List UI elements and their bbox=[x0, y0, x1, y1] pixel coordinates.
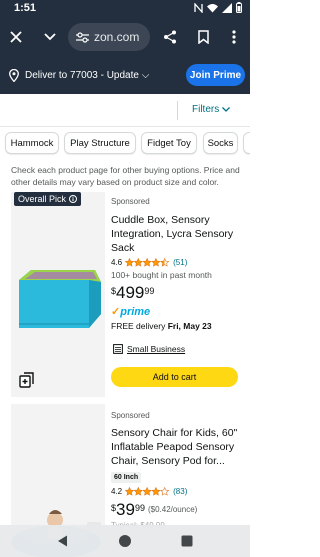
small-business-badge[interactable]: Small Business bbox=[113, 344, 185, 354]
product-image-container[interactable] bbox=[11, 192, 105, 397]
nfc-icon bbox=[194, 2, 203, 13]
filters-row: Filters bbox=[0, 94, 250, 127]
small-business-icon bbox=[113, 344, 123, 354]
site-settings-icon[interactable] bbox=[76, 31, 89, 43]
close-icon[interactable] bbox=[6, 27, 26, 47]
price[interactable]: $ 499 99 bbox=[111, 284, 154, 302]
filters-label: Filters bbox=[192, 104, 220, 115]
home-icon[interactable] bbox=[118, 534, 132, 548]
add-to-cart-button[interactable]: Add to cart bbox=[111, 367, 238, 387]
product-title[interactable]: Cuddle Box, Sensory Integration, Lycra S… bbox=[111, 213, 241, 255]
star-rating-icon bbox=[125, 258, 170, 267]
sponsored-label: Sponsored bbox=[111, 197, 150, 206]
price[interactable]: $ 39 99 ($0.42/ounce) bbox=[111, 501, 197, 519]
delivery-info: FREE delivery Fri, May 23 bbox=[111, 321, 212, 331]
chip-more[interactable] bbox=[243, 132, 250, 154]
info-text: Check each product page for other buying… bbox=[11, 165, 240, 187]
join-prime-button[interactable]: Join Prime bbox=[186, 64, 245, 86]
status-icons bbox=[194, 2, 242, 13]
bought-past-month: 100+ bought in past month bbox=[111, 270, 212, 280]
wifi-icon bbox=[207, 3, 218, 12]
location-pin-icon bbox=[9, 69, 19, 82]
more-options-icon[interactable] bbox=[224, 27, 244, 47]
chevron-down-icon[interactable] bbox=[40, 27, 60, 47]
prime-check-icon: ✓ bbox=[111, 306, 121, 318]
product-image-cuddle-box[interactable] bbox=[11, 252, 105, 342]
rating-value: 4.6 bbox=[111, 258, 123, 267]
overall-pick-badge: Overall Pick bbox=[14, 192, 82, 206]
deliver-to-link[interactable]: Deliver to 77003 - Update ⌵ bbox=[25, 70, 149, 81]
bookmark-icon[interactable] bbox=[193, 27, 213, 47]
product-title[interactable]: Sensory Chair for Kids, 60" Inflatable P… bbox=[111, 426, 241, 468]
signal-icon bbox=[222, 2, 232, 13]
chip-play-structure[interactable]: Play Structure bbox=[64, 132, 136, 154]
star-rating-icon bbox=[125, 487, 170, 496]
rating-row[interactable]: 4.6 (51) bbox=[111, 258, 187, 267]
chip-fidget-toy[interactable]: Fidget Toy bbox=[141, 132, 197, 154]
divider bbox=[177, 101, 178, 120]
compare-icon[interactable] bbox=[18, 371, 36, 389]
sponsored-label: Sponsored bbox=[111, 411, 150, 420]
refinement-chips: Hammock Play Structure Fidget Toy Socks bbox=[0, 127, 250, 160]
filters-button[interactable]: Filters bbox=[192, 104, 231, 115]
status-time: 1:51 bbox=[14, 2, 37, 14]
chevron-down-icon bbox=[222, 107, 231, 112]
back-icon[interactable] bbox=[56, 534, 70, 548]
review-count[interactable]: (83) bbox=[173, 487, 187, 496]
rating-value: 4.2 bbox=[111, 487, 123, 496]
recents-icon[interactable] bbox=[180, 534, 194, 548]
rating-row[interactable]: 4.2 (83) bbox=[111, 487, 187, 496]
prime-logo: ✓prime bbox=[111, 306, 151, 318]
battery-icon bbox=[236, 2, 242, 13]
info-icon[interactable] bbox=[69, 195, 78, 203]
url-text[interactable]: zon.com bbox=[94, 30, 139, 44]
deliver-bar: Deliver to 77003 - Update ⌵ Join Prime bbox=[0, 57, 250, 94]
chip-socks[interactable]: Socks bbox=[203, 132, 238, 154]
address-bar[interactable]: zon.com bbox=[68, 23, 150, 51]
status-bar: 1:51 bbox=[0, 0, 250, 17]
browser-toolbar: zon.com bbox=[0, 17, 250, 57]
chevron-down-icon: ⌵ bbox=[141, 70, 150, 81]
chip-hammock[interactable]: Hammock bbox=[5, 132, 59, 154]
review-count[interactable]: (51) bbox=[173, 258, 187, 267]
system-navigation-bar bbox=[0, 525, 250, 557]
unit-price: ($0.42/ounce) bbox=[147, 505, 198, 514]
size-badge: 60 Inch bbox=[111, 472, 142, 483]
share-icon[interactable] bbox=[160, 27, 180, 47]
